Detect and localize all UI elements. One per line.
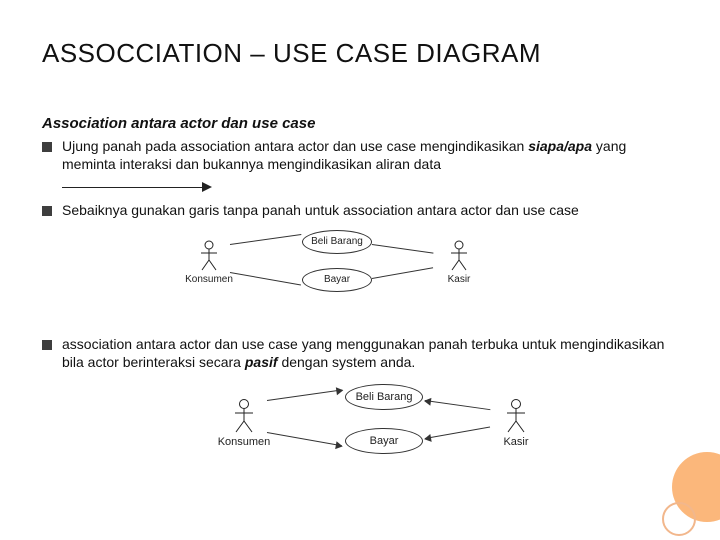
slide-container: ASSOCCIATION – USE CASE DIAGRAM Associat… bbox=[0, 0, 720, 540]
bullet-icon bbox=[42, 142, 52, 152]
actor-icon bbox=[198, 240, 220, 272]
bullet-text-2: Sebaiknya gunakan garis tanpa panah untu… bbox=[62, 202, 678, 220]
bullet-item-1: Ujung panah pada association antara acto… bbox=[42, 138, 678, 174]
association-arrow bbox=[425, 426, 490, 438]
arrow-line-illustration bbox=[62, 182, 212, 194]
accent-circle-icon bbox=[672, 452, 720, 522]
subsection-heading: Association antara actor dan use case bbox=[42, 115, 678, 132]
association-line bbox=[372, 267, 433, 279]
bullet-list-2: Sebaiknya gunakan garis tanpa panah untu… bbox=[42, 202, 678, 220]
arrow-head-icon bbox=[202, 182, 212, 192]
actor-left-label: Konsumen bbox=[217, 436, 271, 448]
association-arrow bbox=[267, 389, 342, 401]
bullet-item-3: association antara actor dan use case ya… bbox=[42, 336, 678, 372]
association-line bbox=[372, 244, 434, 254]
accent-ring-icon bbox=[662, 502, 696, 536]
actor-right-label: Kasir bbox=[432, 274, 486, 285]
actor-icon bbox=[504, 398, 528, 434]
bullet-3-em: pasif bbox=[245, 354, 278, 370]
usecase-beli-barang: Beli Barang bbox=[302, 230, 372, 254]
actor-icon bbox=[448, 240, 470, 272]
bullet-icon bbox=[42, 206, 52, 216]
actor-left-label: Konsumen bbox=[182, 274, 236, 285]
bullet-item-2: Sebaiknya gunakan garis tanpa panah untu… bbox=[42, 202, 678, 220]
uml-diagram-1: Konsumen Beli Barang Bayar Kasir bbox=[182, 228, 502, 300]
uml-diagram-2: Konsumen Beli Barang Bayar Kasir bbox=[217, 380, 557, 466]
association-arrow bbox=[267, 432, 342, 446]
usecase-beli-barang: Beli Barang bbox=[345, 384, 423, 410]
usecase-bayar: Bayar bbox=[345, 428, 423, 454]
association-line bbox=[230, 234, 301, 245]
bullet-text-1: Ujung panah pada association antara acto… bbox=[62, 138, 678, 174]
actor-icon bbox=[232, 398, 256, 434]
actor-kasir: Kasir bbox=[489, 398, 543, 448]
bullet-1-em: siapa/apa bbox=[528, 138, 592, 154]
actor-konsumen: Konsumen bbox=[182, 240, 236, 285]
bullet-list-3: association antara actor dan use case ya… bbox=[42, 336, 678, 372]
bullet-1-pre: Ujung panah pada association antara acto… bbox=[62, 138, 528, 154]
actor-konsumen: Konsumen bbox=[217, 398, 271, 448]
spacer bbox=[42, 310, 678, 336]
association-arrow bbox=[425, 400, 490, 410]
actor-right-label: Kasir bbox=[489, 436, 543, 448]
bullet-icon bbox=[42, 340, 52, 350]
page-title: ASSOCCIATION – USE CASE DIAGRAM bbox=[42, 38, 678, 69]
usecase-bayar: Bayar bbox=[302, 268, 372, 292]
bullet-list: Ujung panah pada association antara acto… bbox=[42, 138, 678, 174]
actor-kasir: Kasir bbox=[432, 240, 486, 285]
arrow-shaft bbox=[62, 187, 202, 188]
bullet-text-3: association antara actor dan use case ya… bbox=[62, 336, 678, 372]
bullet-3-post: dengan system anda. bbox=[278, 354, 416, 370]
association-line bbox=[230, 272, 301, 285]
